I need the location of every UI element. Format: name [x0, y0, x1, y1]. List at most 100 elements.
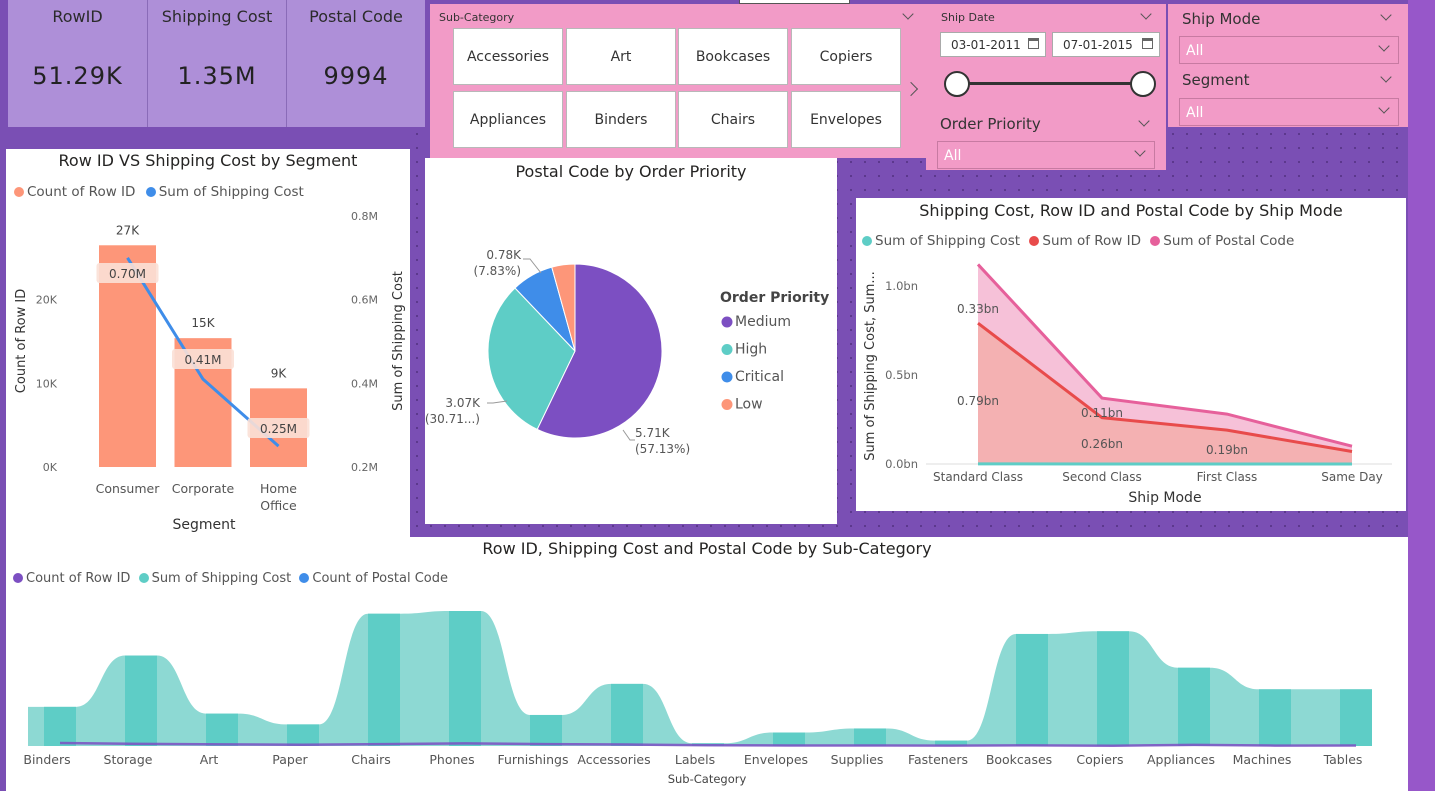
kpi-card-rowid: RowID 51.29K — [8, 0, 147, 127]
x-axis-title: Ship Mode — [1128, 490, 1201, 506]
ship-mode-segment-slicer: Ship Mode All Segment All — [1168, 4, 1408, 127]
ship-mode-dropdown[interactable]: All — [1179, 36, 1399, 64]
shipping-cost-column — [1259, 689, 1291, 746]
x-tick-label: Envelopes — [744, 752, 808, 767]
kpi-card-postal-code: Postal Code 9994 — [286, 0, 425, 127]
y2-tick-label: 0.8M — [351, 210, 378, 223]
dropdown-value: All — [1186, 105, 1204, 121]
shipping-cost-column — [773, 732, 805, 746]
shipping-cost-column — [287, 724, 319, 746]
subcategory-slicer: Sub-Category Accessories Art Bookcases C… — [430, 4, 926, 158]
chevron-down-icon[interactable] — [1380, 9, 1392, 21]
slice-label: 5.71K — [635, 426, 671, 440]
subcategory-plot: Binders Storage Art Paper Chairs Phones Furnis… — [23, 611, 1372, 786]
shipping-cost-column — [449, 611, 481, 746]
legend-label: Medium — [735, 314, 791, 330]
slice-label: 3.07K — [445, 396, 481, 410]
x-tick-label: Accessories — [577, 752, 650, 767]
x-tick-label: Paper — [272, 752, 308, 767]
x-tick-label: Second Class — [1062, 470, 1142, 484]
y-tick-label: 1.0bn — [885, 279, 918, 293]
x-axis-title: Sub-Category — [668, 772, 747, 786]
y-tick-label: 0K — [43, 461, 58, 474]
shipping-cost-column — [1340, 689, 1372, 746]
slicer-tile-bookcases[interactable]: Bookcases — [678, 28, 788, 85]
x-tick-label: Bookcases — [986, 752, 1052, 767]
chevron-down-icon[interactable] — [1140, 8, 1152, 20]
segment-combo-chart: Row ID VS Shipping Cost by Segment Count… — [6, 149, 410, 538]
order-priority-pie-chart: Postal Code by Order Priority 5.71K (57.1… — [425, 158, 837, 524]
date-range-end-handle[interactable] — [1130, 71, 1156, 97]
slicer-tile-accessories[interactable]: Accessories — [453, 28, 563, 85]
slicer-tile-appliances[interactable]: Appliances — [453, 91, 563, 148]
end-date-input[interactable]: 07-01-2015 — [1052, 32, 1160, 57]
slice-label: (57.13%) — [635, 442, 690, 456]
leader-line — [523, 258, 542, 274]
x-tick-label: First Class — [1197, 470, 1258, 484]
segment-dropdown[interactable]: All — [1179, 98, 1399, 126]
y-tick-label: 20K — [36, 294, 58, 307]
x-tick-label: Tables — [1323, 752, 1363, 767]
line-data-label: 0.70M — [109, 267, 146, 281]
order-priority-dropdown[interactable]: All — [937, 141, 1155, 169]
dropdown-value: All — [1186, 43, 1204, 59]
calendar-icon[interactable] — [1142, 38, 1153, 49]
slicer-tile-binders[interactable]: Binders — [566, 91, 676, 148]
data-label: 0.19bn — [1206, 443, 1248, 457]
x-tick-label: Machines — [1233, 752, 1292, 767]
kpi-value: 9994 — [323, 62, 389, 90]
legend-label: Critical — [735, 369, 784, 385]
line-data-label: 0.41M — [184, 353, 221, 367]
pie-chart-plot: 5.71K (57.13%) 3.07K (30.71...) 0.78K (7.83%)… — [425, 248, 829, 456]
right-edge-bar — [1408, 0, 1435, 791]
slicer-title: Ship Date — [941, 11, 995, 24]
calendar-icon[interactable] — [1028, 38, 1039, 49]
chevron-down-icon[interactable] — [902, 8, 914, 20]
kpi-label: Shipping Cost — [161, 7, 273, 26]
data-label: 0.79bn — [957, 394, 999, 408]
kpi-label: RowID — [52, 7, 103, 26]
x-tick-label: Supplies — [831, 752, 884, 767]
end-date-value: 07-01-2015 — [1063, 38, 1133, 52]
ship-mode-title: Ship Mode — [1182, 10, 1261, 28]
chevron-right-icon[interactable] — [903, 81, 919, 97]
dropdown-value: All — [944, 148, 962, 164]
x-tick-label: Copiers — [1076, 752, 1123, 767]
shipping-cost-column — [1178, 667, 1210, 746]
date-range-start-handle[interactable] — [944, 71, 970, 97]
chevron-down-icon[interactable] — [1380, 71, 1392, 83]
x-tick-label: Same Day — [1321, 470, 1383, 484]
subcategory-area-chart: Row ID, Shipping Cost and Postal Code by… — [6, 537, 1408, 791]
x-tick-label: Appliances — [1147, 752, 1215, 767]
segment-chart-plot: 0K 10K 20K 0.2M 0.4M 0.6M 0.8M Count of Row ID S… — [14, 210, 406, 533]
x-tick-label: Corporate — [172, 481, 235, 496]
y-axis-title: Sum of Shipping Cost, Sum... — [863, 271, 878, 461]
slicer-tile-chairs[interactable]: Chairs — [678, 91, 788, 148]
slicer-tile-copiers[interactable]: Copiers — [791, 28, 901, 85]
chevron-down-icon — [1378, 40, 1390, 52]
start-date-value: 03-01-2011 — [951, 38, 1021, 52]
x-tick-label: Storage — [104, 752, 153, 767]
legend-label: Low — [735, 397, 763, 413]
shipping-cost-column — [1016, 633, 1048, 746]
x-tick-label: Standard Class — [933, 470, 1023, 484]
leader-line — [622, 429, 635, 441]
shipping-cost-column — [368, 613, 400, 746]
date-range-track — [958, 82, 1144, 85]
shipping-cost-column — [44, 706, 76, 746]
slicer-tile-art[interactable]: Art — [566, 28, 676, 85]
segment-title: Segment — [1182, 71, 1250, 89]
line-data-label: 0.25M — [260, 422, 297, 436]
x-tick-label: Fasteners — [908, 752, 968, 767]
chevron-down-icon[interactable] — [1138, 115, 1150, 127]
bar-data-label: 9K — [271, 366, 288, 380]
start-date-input[interactable]: 03-01-2011 — [940, 32, 1046, 57]
slice-label: (30.71...) — [425, 412, 480, 426]
chevron-down-icon — [1134, 145, 1146, 157]
x-tick-label: Art — [200, 752, 219, 767]
slicer-tile-envelopes[interactable]: Envelopes — [791, 91, 901, 148]
kpi-card-shipping-cost: Shipping Cost 1.35M — [147, 0, 286, 127]
x-tick-label: Furnishings — [497, 752, 568, 767]
shipping-cost-column — [854, 728, 886, 746]
x-tick-label: Chairs — [351, 752, 390, 767]
